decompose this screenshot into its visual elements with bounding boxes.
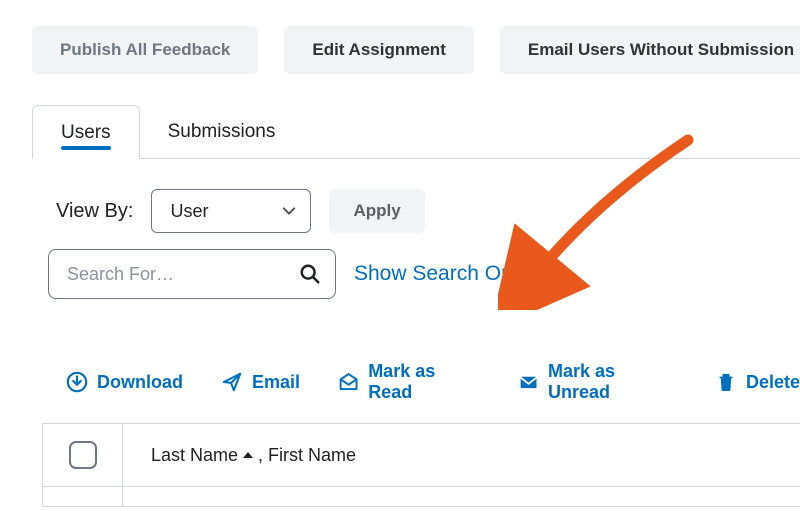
mark-as-unread-button[interactable]: Mark as Unread	[518, 361, 677, 403]
delete-button[interactable]: Delete	[715, 371, 800, 393]
mail-icon	[518, 371, 539, 393]
chevron-down-icon	[282, 204, 296, 218]
table-row	[43, 486, 800, 506]
tab-bar: Users Submissions	[32, 105, 800, 159]
col-firstname-label: , First Name	[258, 445, 356, 466]
publish-all-feedback-button[interactable]: Publish All Feedback	[32, 26, 258, 74]
email-label: Email	[252, 372, 300, 393]
col-lastname-label: Last Name	[151, 445, 238, 466]
mark-unread-label: Mark as Unread	[548, 361, 677, 403]
view-by-label: View By:	[56, 200, 133, 223]
edit-assignment-button[interactable]: Edit Assignment	[284, 26, 474, 74]
paper-plane-icon	[221, 371, 243, 393]
email-button[interactable]: Email	[221, 371, 300, 393]
apply-button[interactable]: Apply	[329, 189, 424, 233]
view-by-select[interactable]: User	[151, 189, 311, 233]
mark-read-label: Mark as Read	[368, 361, 480, 403]
search-icon[interactable]	[299, 263, 321, 285]
top-button-row: Publish All Feedback Edit Assignment Ema…	[32, 26, 800, 74]
mark-as-read-button[interactable]: Mark as Read	[338, 361, 480, 403]
search-input[interactable]	[67, 264, 277, 285]
mail-open-icon	[338, 371, 359, 393]
tab-users[interactable]: Users	[32, 105, 140, 159]
tab-submissions[interactable]: Submissions	[140, 105, 304, 158]
search-box[interactable]	[48, 249, 336, 299]
submissions-table: Last Name , First Name	[42, 423, 800, 507]
sort-asc-icon	[242, 449, 254, 461]
delete-label: Delete	[746, 372, 800, 393]
download-label: Download	[97, 372, 183, 393]
select-all-checkbox[interactable]	[69, 441, 97, 469]
view-by-row: View By: User Apply	[56, 189, 800, 233]
download-icon	[66, 371, 88, 393]
trash-icon	[715, 371, 737, 393]
table-header-row: Last Name , First Name	[43, 424, 800, 486]
download-button[interactable]: Download	[66, 371, 183, 393]
show-search-options-link[interactable]: Show Search Options	[354, 262, 557, 286]
search-row: Show Search Options	[48, 249, 800, 299]
bulk-action-toolbar: Download Email Mark as Read Mark as Unre…	[66, 361, 800, 403]
view-by-selected-value: User	[170, 201, 208, 222]
email-users-without-submission-button[interactable]: Email Users Without Submission	[500, 26, 800, 74]
column-header-name[interactable]: Last Name , First Name	[123, 424, 800, 486]
select-all-cell	[43, 424, 123, 486]
